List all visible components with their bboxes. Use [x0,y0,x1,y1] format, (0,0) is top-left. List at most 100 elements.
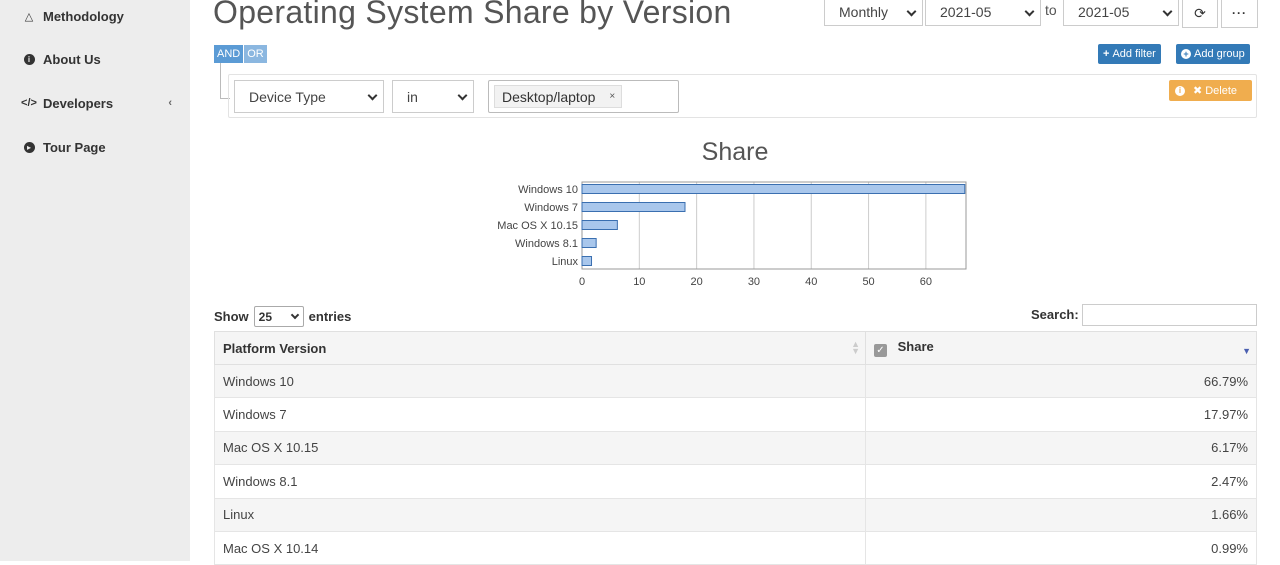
column-header-platform-version[interactable]: Platform Version ▲ ▼ [214,331,866,365]
remove-tag-icon[interactable]: × [609,91,615,102]
chevron-down-icon [1024,6,1035,17]
search-label: Search: [1031,307,1079,322]
platform-version-cell: Windows 7 [214,397,866,432]
date-from-value: 2021-05 [940,4,992,20]
share-cell: 6.17% [865,430,1257,466]
column-header-label: Platform Version [223,340,327,356]
code-icon: </> [21,97,37,109]
sidebar-item-label: Developers [43,95,114,111]
checkbox-icon[interactable]: ✓ [874,344,887,357]
column-header-share[interactable]: ✓ Share ▼ [865,331,1257,365]
info-circle-icon: i [22,53,36,65]
filter-value-input[interactable]: Desktop/laptop × [488,80,679,113]
or-button[interactable]: OR [244,45,267,63]
sidebar-item-developers[interactable]: </> Developers ‹ [0,88,190,118]
sort-both-icon: ▲ ▼ [851,339,860,356]
sidebar-item-about-us[interactable]: i About Us [0,44,190,74]
and-button[interactable]: AND [214,45,244,63]
x-tick-label: 30 [748,276,760,288]
share-cell: 0.99% [865,530,1257,565]
platform-version-cell: Linux [214,497,866,532]
x-tick-label: 0 [579,276,585,288]
page-length-control: Show 25 entries [214,306,351,327]
category-label: Windows 10 [518,184,578,196]
platform-version-cell: Mac OS X 10.14 [214,530,866,565]
plus-icon: + [1103,48,1110,60]
category-label: Windows 7 [524,202,578,214]
chevron-down-icon [290,310,299,320]
chart-title: Share [701,138,769,166]
platform-version-cell: Windows 8.1 [214,464,866,499]
category-label: Mac OS X 10.15 [497,220,578,232]
refresh-icon: ⟳ [1194,4,1206,21]
and-or-toggle: AND OR [214,45,267,63]
filter-field-select[interactable]: Device Type [234,80,384,113]
add-filter-button[interactable]: + Add filter [1098,44,1161,64]
page-length-value: 25 [258,309,273,324]
filter-operator-select[interactable]: in [392,80,474,113]
sidebar: △ Methodology i About Us </> Developers … [0,0,190,561]
add-group-button[interactable]: + Add group [1176,44,1250,64]
delete-label: Delete [1205,84,1238,97]
table-row[interactable]: Mac OS X 10.14 0.99% [214,530,1257,565]
share-cell: 66.79% [865,363,1257,399]
more-options-button[interactable]: ··· [1221,0,1258,28]
search-input[interactable] [1082,304,1257,326]
share-cell: 1.66% [865,497,1257,532]
granularity-select[interactable]: Monthly [824,0,923,26]
sidebar-item-label: Methodology [43,8,124,24]
table-row[interactable]: Mac OS X 10.15 6.17% [214,430,1257,466]
share-cell: 17.97% [865,397,1257,432]
date-to-select[interactable]: 2021-05 [1063,0,1179,26]
x-tick-label: 40 [805,276,817,288]
delete-rule-button[interactable]: i ✖ Delete [1169,80,1252,101]
chevron-down-icon [457,90,468,101]
filter-field-value: Device Type [249,88,326,105]
bar [581,220,618,230]
share-bar-chart: 0 10 20 30 40 50 60 Windows 10 Windows 7 Mac OS X… [497,181,967,288]
table-row[interactable]: Windows 8.1 2.47% [214,464,1257,499]
add-filter-label: Add filter [1112,48,1156,60]
info-circle-icon: i [1175,85,1185,96]
date-range-to-label: to [1045,2,1057,18]
bar [581,202,686,212]
platform-version-cell: Mac OS X 10.15 [214,430,866,466]
x-tick-label: 10 [633,276,645,288]
filter-operator-value: in [407,88,418,105]
granularity-value: Monthly [839,4,889,20]
sidebar-item-label: About Us [43,51,101,67]
bar [581,256,593,266]
x-tick-label: 50 [862,276,874,288]
bar [581,184,966,194]
table-row[interactable]: Linux 1.66% [214,497,1257,532]
share-cell: 2.47% [865,464,1257,499]
ellipsis-icon: ··· [1232,6,1247,20]
entries-label: entries [308,309,352,324]
category-label: Windows 8.1 [515,238,578,250]
chevron-down-icon [367,90,378,101]
show-label: Show [214,309,249,324]
page-length-select[interactable]: 25 [253,306,304,327]
filter-value-tag: Desktop/laptop × [494,85,623,108]
date-to-value: 2021-05 [1078,4,1130,20]
category-label: Linux [552,256,579,268]
page-title: Operating System Share by Version [213,0,732,30]
share-table: Platform Version ▲ ▼ ✓ Share ▼ Windows 10… [214,331,1257,565]
times-icon: ✖ [1193,85,1203,97]
add-group-label: Add group [1194,48,1245,60]
chevron-left-icon: ‹ [168,97,172,109]
sidebar-item-methodology[interactable]: △ Methodology [0,1,190,31]
chevron-down-icon [1162,6,1173,17]
bar [581,238,597,248]
table-row[interactable]: Windows 7 17.97% [214,397,1257,432]
refresh-button[interactable]: ⟳ [1182,0,1218,28]
table-row[interactable]: Windows 10 66.79% [214,363,1257,399]
x-tick-label: 20 [691,276,703,288]
x-tick-label: 60 [920,276,932,288]
filter-value-text: Desktop/laptop [502,88,596,105]
date-from-select[interactable]: 2021-05 [925,0,1041,26]
platform-version-cell: Windows 10 [214,363,866,399]
flask-icon: △ [24,10,34,23]
sort-desc-icon: ▼ [1242,346,1251,356]
plus-circle-icon: + [1181,49,1191,59]
